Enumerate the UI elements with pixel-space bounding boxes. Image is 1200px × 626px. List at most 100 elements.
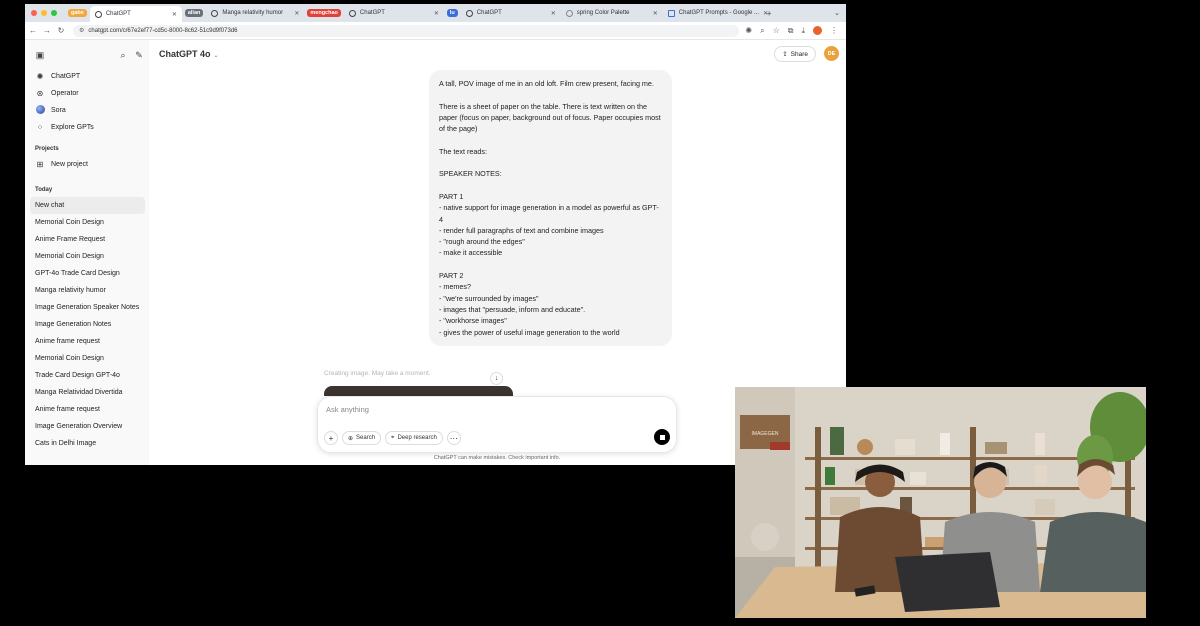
composer-tools: + ⊕ Search ⌖ Deep research ⋯	[324, 431, 461, 445]
google-docs-favicon-icon	[667, 9, 675, 17]
chat-history-item[interactable]: Anime frame request	[30, 401, 145, 418]
chat-history-label: Image Generation Notes	[35, 321, 112, 328]
sidebar-toolbar: ▣ ⌕ ✎	[30, 46, 145, 64]
chat-history-item[interactable]: Manga Relatividad Divertida	[30, 384, 145, 401]
zoom-icon[interactable]: ⌕	[760, 26, 764, 36]
chat-history-item[interactable]: Trade Card Design GPT-4o	[30, 367, 145, 384]
sidebar-item-sora[interactable]: Sora	[30, 102, 145, 119]
forward-arrow-icon[interactable]: →	[41, 26, 53, 35]
share-button[interactable]: ⇪ Share	[774, 46, 816, 62]
deep-research-button[interactable]: ⌖ Deep research	[385, 431, 443, 445]
attach-plus-icon[interactable]: +	[324, 431, 338, 445]
browser-window: gabe ChatGPT ✕ allan Manga relativity hu…	[25, 4, 846, 465]
url-field[interactable]: ⚙ chatgpt.com/c/67e2ef77-cd5c-8000-8c62-…	[73, 24, 740, 37]
chat-history-label: Manga Relatividad Divertida	[35, 389, 123, 396]
toggle-sidebar-icon[interactable]: ▣	[34, 49, 46, 61]
tab-group-allan[interactable]: allan	[184, 9, 204, 17]
projects-heading: Projects	[35, 146, 59, 152]
chevron-down-icon: ⌄	[213, 53, 219, 59]
chat-history-item[interactable]: GPT-4o Trade Card Design	[30, 265, 145, 282]
profile-avatar[interactable]	[813, 26, 822, 35]
chat-history-item[interactable]: Manga relativity humor	[30, 282, 145, 299]
close-tab-icon[interactable]: ✕	[434, 10, 439, 17]
sidebar-item-explore-gpts[interactable]: ⁘ Explore GPTs	[30, 119, 145, 136]
prompt-input[interactable]: Ask anything	[326, 405, 369, 414]
close-window-button[interactable]	[31, 10, 37, 16]
sidebar: ▣ ⌕ ✎ ✺ ChatGPT ⊛ Operator Sora ⁘ Explor…	[25, 40, 149, 465]
tab-manga-relativity[interactable]: Manga relativity humor ✕	[206, 6, 304, 20]
maximize-window-button[interactable]	[51, 10, 57, 16]
video-feed: IMAGEGEN	[735, 387, 1146, 618]
close-tab-icon[interactable]: ✕	[653, 10, 658, 17]
scroll-down-arrow-icon[interactable]: ↓	[490, 372, 503, 385]
tab-label: ChatGPT Prompts - Google ...	[678, 10, 760, 16]
minimize-window-button[interactable]	[41, 10, 47, 16]
sidebar-item-label: Explore GPTs	[51, 124, 94, 131]
close-tab-icon[interactable]: ✕	[172, 11, 177, 18]
tab-group-gabe[interactable]: gabe	[68, 9, 87, 17]
reload-icon[interactable]: ↻	[55, 26, 67, 35]
chat-history-item[interactable]: Anime Frame Request	[30, 231, 145, 248]
chat-history-item[interactable]: Image Generation Notes	[30, 316, 145, 333]
chat-history-item[interactable]: Cats in Delhi Image	[30, 435, 145, 452]
download-icon[interactable]: ⤓	[801, 26, 805, 36]
close-tab-icon[interactable]: ✕	[551, 10, 556, 17]
chatgpt-app: ▣ ⌕ ✎ ✺ ChatGPT ⊛ Operator Sora ⁘ Explor…	[25, 40, 846, 465]
more-options-icon[interactable]: ⋯	[446, 431, 461, 445]
stop-generation-button[interactable]	[654, 429, 670, 445]
chat-history-item[interactable]: Image Generation Speaker Notes	[30, 299, 145, 316]
close-tab-icon[interactable]: ✕	[294, 10, 299, 17]
operator-icon: ⊛	[36, 89, 44, 98]
sidebar-item-label: Operator	[51, 90, 79, 97]
chat-history-item[interactable]: Memorial Coin Design	[30, 248, 145, 265]
disclaimer: ChatGPT can make mistakes. Check importa…	[433, 455, 561, 461]
close-tab-icon[interactable]: ✕	[763, 10, 768, 17]
extensions-puzzle-icon[interactable]: ⧉	[788, 26, 794, 36]
tab-chatgpt-3[interactable]: ChatGPT ✕	[461, 6, 561, 20]
chat-history-item[interactable]: Memorial Coin Design	[30, 214, 145, 231]
browser-menu-icon[interactable]: ⋮	[830, 26, 838, 35]
sidebar-item-label: Sora	[51, 107, 66, 114]
tab-chatgpt-active[interactable]: ChatGPT ✕	[89, 6, 182, 22]
today-heading: Today	[35, 187, 53, 193]
tab-chatgpt-prompts-google[interactable]: ChatGPT Prompts - Google ... ✕	[663, 6, 768, 20]
chatgpt-favicon-icon	[211, 9, 219, 17]
share-icon: ⇪	[782, 51, 788, 58]
sidebar-item-label: ChatGPT	[51, 73, 81, 80]
chat-history-label: Manga relativity humor	[35, 287, 106, 294]
chatgpt-favicon-icon	[94, 10, 102, 18]
chat-history-item[interactable]: Image Generation Overview	[30, 418, 145, 435]
sidebar-item-operator[interactable]: ⊛ Operator	[30, 85, 145, 102]
model-selector[interactable]: ChatGPT 4o ⌄	[159, 49, 219, 59]
tab-chatgpt-2[interactable]: ChatGPT ✕	[344, 6, 444, 20]
chat-history-label: Image Generation Speaker Notes	[35, 304, 140, 311]
back-arrow-icon[interactable]: ←	[27, 26, 39, 35]
new-project-button[interactable]: ⊞ New project	[30, 156, 145, 173]
tab-group-lu[interactable]: lu	[446, 9, 458, 17]
person-right-body	[1040, 512, 1146, 592]
site-info-icon[interactable]: ⚙	[79, 27, 84, 34]
chat-history-label: Anime frame request	[35, 338, 100, 345]
chat-header: ChatGPT 4o ⌄	[149, 40, 846, 68]
search-icon[interactable]: ⌕	[117, 49, 129, 61]
laptop	[895, 552, 1000, 612]
model-name: ChatGPT 4o	[159, 49, 211, 59]
tab-label: Manga relativity humor	[222, 10, 284, 16]
chat-history-item[interactable]: Anime frame request	[30, 333, 145, 350]
tab-search-chevron-icon[interactable]: ⌄	[834, 9, 840, 17]
tab-spring-color-palette[interactable]: spring Color Palette ✕	[561, 6, 663, 20]
bookmark-star-icon[interactable]: ☆	[773, 26, 780, 35]
user-avatar[interactable]: DE	[824, 46, 839, 61]
sidebar-item-chatgpt[interactable]: ✺ ChatGPT	[30, 68, 145, 85]
chat-history-item[interactable]: New chat	[30, 197, 145, 214]
search-button[interactable]: ⊕ Search	[342, 431, 382, 445]
globe-icon: ⊕	[348, 435, 354, 442]
chatgpt-favicon-icon	[348, 9, 356, 17]
chat-history-label: Cats in Delhi Image	[35, 440, 97, 447]
extension-openai-icon[interactable]: ✺	[745, 26, 752, 35]
new-chat-icon[interactable]: ✎	[133, 49, 145, 61]
sidebar-item-label: New project	[51, 161, 88, 168]
share-label: Share	[790, 50, 808, 58]
tab-group-mengchao[interactable]: mengchao	[307, 9, 341, 17]
chat-history-item[interactable]: Memorial Coin Design	[30, 350, 145, 367]
